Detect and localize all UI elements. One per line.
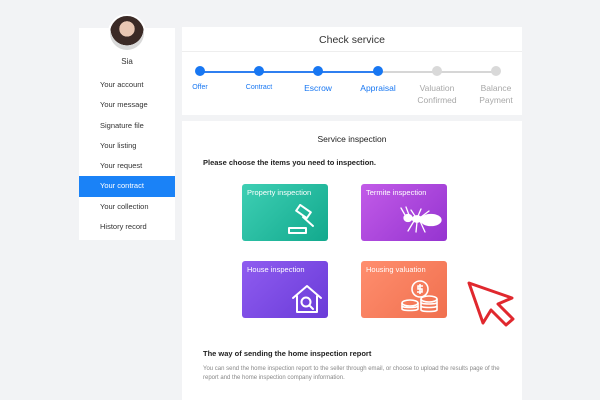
coins-icon: [401, 280, 438, 313]
sidebar-item-listing[interactable]: Your listing: [79, 136, 175, 156]
step-dot-balance-payment: [491, 66, 501, 76]
sidebar: Sia Your account Your message Signature …: [79, 14, 175, 240]
sidebar-item-history-record[interactable]: History record: [79, 217, 175, 237]
avatar[interactable]: [108, 14, 146, 52]
step-dot-escrow: [313, 66, 323, 76]
step-dot-offer: [195, 66, 205, 76]
pointer-cursor-icon: [467, 281, 515, 327]
sidebar-item-collection[interactable]: Your collection: [79, 197, 175, 217]
step-label-appraisal: Appraisal: [360, 83, 396, 93]
step-label-balance-payment: Balance Payment: [472, 82, 520, 106]
step-label-balance-line2: Payment: [479, 95, 513, 105]
sending-method-title: The way of sending the home inspection r…: [203, 349, 372, 358]
tile-label-property-inspection: Property inspection: [247, 188, 312, 197]
house-search-icon: [292, 285, 322, 313]
step-dot-valuation-confirmed: [432, 66, 442, 76]
tile-termite-inspection[interactable]: Termite inspection: [361, 184, 447, 241]
tile-label-house-inspection: House inspection: [247, 265, 305, 274]
termite-icon: [400, 206, 442, 233]
step-label-offer: Offer: [192, 84, 208, 91]
progress-track-done: [200, 71, 378, 73]
progress-card: Check service Offer Contract Escrow Appr…: [182, 27, 522, 115]
tile-house-inspection[interactable]: House inspection: [242, 261, 328, 318]
step-label-valuation-line1: Valuation: [419, 83, 455, 93]
gavel-icon: [288, 204, 314, 234]
sidebar-item-contract[interactable]: Your contract: [79, 176, 175, 197]
sidebar-item-account[interactable]: Your account: [79, 75, 175, 95]
sidebar-item-request[interactable]: Your request: [79, 156, 175, 176]
step-label-balance-line1: Balance: [480, 83, 512, 93]
divider: [182, 51, 522, 52]
sending-method-description: You can send the home inspection report …: [203, 366, 500, 381]
sidebar-item-signature-file[interactable]: Signature file: [79, 116, 175, 136]
tile-property-inspection[interactable]: Property inspection: [242, 184, 328, 241]
sidebar-item-message[interactable]: Your message: [79, 95, 175, 115]
sidebar-menu: Your account Your message Signature file…: [79, 75, 175, 237]
step-label-valuation-line2: Confirmed: [417, 95, 457, 105]
step-label-valuation-confirmed: Valuation Confirmed: [412, 82, 462, 106]
progress-title: Check service: [319, 34, 385, 46]
tile-label-termite-inspection: Termite inspection: [366, 188, 427, 197]
service-title: Service inspection: [317, 134, 387, 144]
service-inspection-card: Service inspection Please choose the ite…: [182, 121, 522, 400]
user-name: Sia: [121, 57, 133, 66]
service-prompt: Please choose the items you need to insp…: [203, 158, 376, 167]
step-label-escrow: Escrow: [304, 83, 332, 93]
step-dot-appraisal: [373, 66, 383, 76]
step-dot-contract: [254, 66, 264, 76]
tile-label-housing-valuation: Housing valuation: [366, 265, 426, 274]
step-label-contract: Contract: [245, 84, 273, 91]
tile-housing-valuation[interactable]: Housing valuation: [361, 261, 447, 318]
